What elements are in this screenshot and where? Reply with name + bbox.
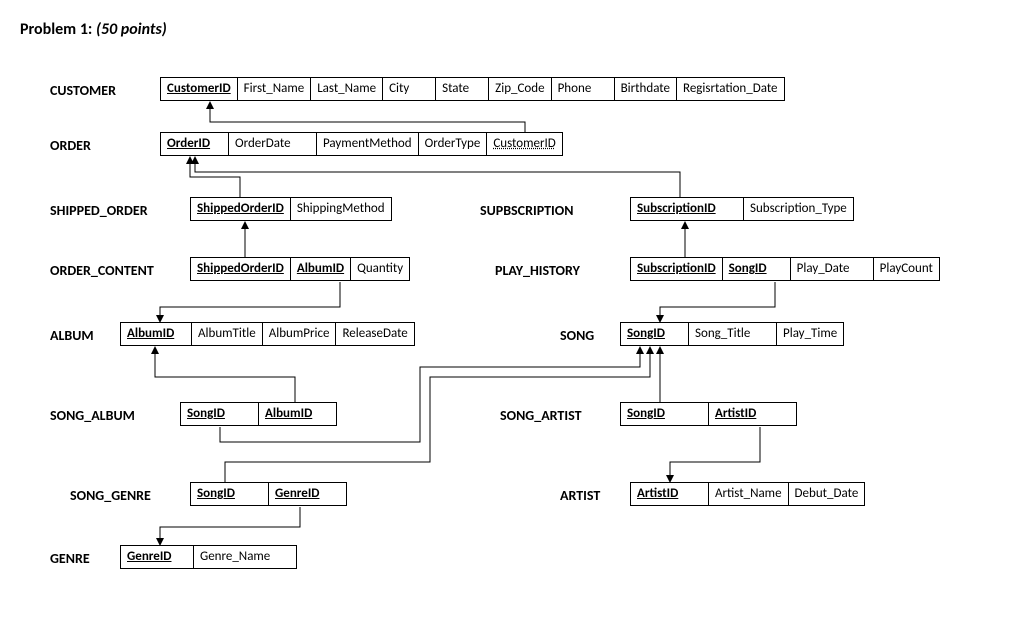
col-city: City [383,78,436,100]
col-birthdate: Birthdate [615,78,677,100]
entity-label-song-album: SONG_ALBUM [50,407,135,424]
col-customer-id: CustomerID [161,78,238,100]
entity-label-song: SONG [560,327,594,344]
table-shipped-order: ShippedOrderID ShippingMethod [190,197,392,221]
table-album: AlbumID AlbumTitle AlbumPrice ReleaseDat… [120,322,415,346]
col-oc-album-id: AlbumID [291,258,351,280]
col-shipping-method: ShippingMethod [291,198,391,220]
entity-label-order: ORDER [50,137,91,154]
col-order-id: OrderID [161,133,229,155]
col-genre-id: GenreID [121,546,194,568]
table-song-album: SongID AlbumID [180,402,337,426]
col-sg-genre-id: GenreID [269,483,346,505]
entity-label-song-genre: SONG_GENRE [70,487,151,504]
entity-label-song-artist: SONG_ARTIST [500,407,582,424]
col-album-id: AlbumID [121,323,192,345]
col-sa-song-id: SongID [181,403,259,425]
col-subscription-id: SubscriptionID [631,198,744,220]
table-song-genre: SongID GenreID [190,482,347,506]
entity-label-genre: GENRE [50,550,90,567]
col-debut-date: Debut_Date [789,483,865,505]
table-play-history: SubscriptionID SongID Play_Date PlayCoun… [630,257,940,281]
col-oc-quantity: Quantity [351,258,409,280]
col-ph-subscription-id: SubscriptionID [631,258,723,280]
col-regdate: Regisrtation_Date [677,78,784,100]
col-sa-album-id: AlbumID [259,403,336,425]
entity-label-customer: CUSTOMER [50,82,116,99]
col-shipped-order-id: ShippedOrderID [191,198,291,220]
table-order-content: ShippedOrderID AlbumID Quantity [190,257,410,281]
col-ph-song-id: SongID [723,258,791,280]
col-order-date: OrderDate [229,133,317,155]
problem-title: Problem 1: (50 points) [20,20,995,39]
entity-label-play-history: PLAY_HISTORY [495,262,580,279]
entity-label-shipped-order: SHIPPED_ORDER [50,202,148,219]
col-first-name: First_Name [238,78,312,100]
col-artist-name: Artist_Name [709,483,789,505]
col-order-type: OrderType [419,133,488,155]
col-song-title: Song_Title [689,323,777,345]
entity-label-order-content: ORDER_CONTENT [50,262,154,279]
col-album-price: AlbumPrice [263,323,337,345]
table-customer: CustomerID First_Name Last_Name City Sta… [160,77,785,101]
col-album-title: AlbumTitle [192,323,263,345]
col-sar-artist-id: ArtistID [709,403,796,425]
col-artist-id: ArtistID [631,483,709,505]
col-last-name: Last_Name [311,78,383,100]
col-subscription-type: Subscription_Type [744,198,853,220]
col-release-date: ReleaseDate [336,323,413,345]
table-artist: ArtistID Artist_Name Debut_Date [630,482,865,506]
table-subscription: SubscriptionID Subscription_Type [630,197,854,221]
entity-label-artist: ARTIST [560,487,600,504]
title-points: (50 points) [96,20,167,39]
col-sar-song-id: SongID [621,403,709,425]
entity-label-album: ALBUM [50,327,94,344]
col-payment-method: PaymentMethod [317,133,419,155]
table-genre: GenreID Genre_Name [120,545,297,569]
col-zip: Zip_Code [489,78,551,100]
col-oc-shipped-order-id: ShippedOrderID [191,258,291,280]
er-diagram: CUSTOMER CustomerID First_Name Last_Name… [20,67,995,617]
entity-label-subscription: SUPBSCRIPTION [480,202,573,219]
col-ph-play-count: PlayCount [874,258,939,280]
col-phone: Phone [552,78,615,100]
col-genre-name: Genre_Name [194,546,296,568]
table-song: SongID Song_Title Play_Time [620,322,844,346]
col-song-id: SongID [621,323,689,345]
table-order: OrderID OrderDate PaymentMethod OrderTyp… [160,132,563,156]
col-sg-song-id: SongID [191,483,269,505]
col-ph-play-date: Play_Date [791,258,874,280]
title-prefix: Problem 1: [20,20,92,39]
table-song-artist: SongID ArtistID [620,402,797,426]
col-state: State [436,78,489,100]
col-order-customerid: CustomerID [487,133,561,155]
col-play-time: Play_Time [777,323,843,345]
